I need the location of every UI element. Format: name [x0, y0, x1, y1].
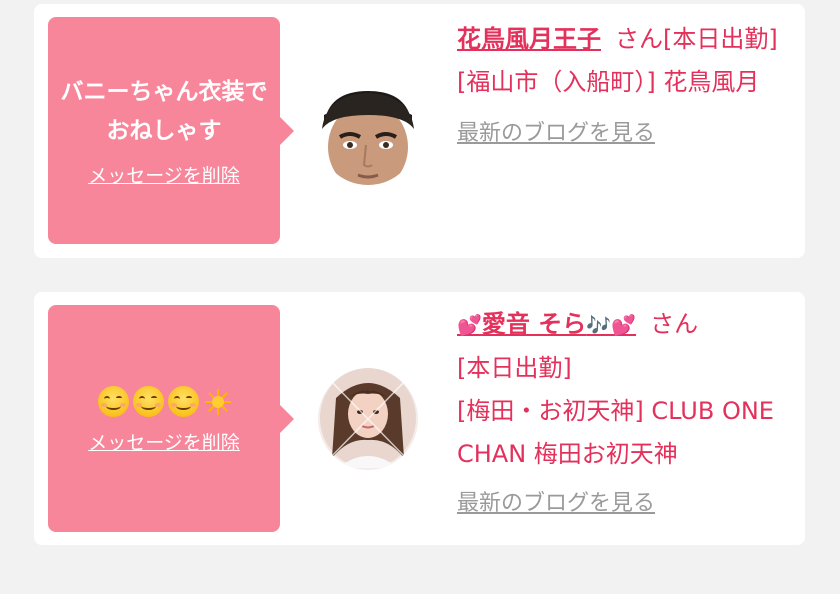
location-text: [梅田・お初天神] CLUB ONE CHAN 梅田お初天神 — [457, 397, 774, 468]
emoji-message — [97, 382, 231, 422]
location-text: [福山市（入船町）] 花鳥風月 — [457, 68, 760, 96]
smiling-face-icon — [97, 386, 129, 417]
avatar-woman-icon — [318, 368, 418, 470]
profile-info: 花鳥風月王子 さん[本日出勤] [福山市（入船町）] 花鳥風月 最新のブログを見る — [457, 18, 793, 150]
profile-info: 💕愛音 そら🎶💕 さん [本日出勤] [梅田・お初天神] CLUB ONE CHA… — [457, 303, 793, 520]
honorific: さん — [615, 25, 663, 53]
message-card: メッセージを削除 💕愛音 そら🎶💕 さん [本日出勤] [梅田・お初天神] CLU… — [34, 292, 805, 545]
message-bubble: バニーちゃん衣装でおねしゃす メッセージを削除 — [48, 17, 294, 244]
view-blog-link[interactable]: 最新のブログを見る — [457, 488, 793, 520]
smiling-face-icon — [167, 386, 199, 417]
music-heart-icon: 🎶💕 — [586, 313, 637, 337]
smiling-face-icon — [132, 386, 164, 417]
view-blog-link[interactable]: 最新のブログを見る — [457, 118, 793, 150]
delete-message-link[interactable]: メッセージを削除 — [88, 430, 240, 456]
work-status: [本日出勤] — [457, 354, 572, 382]
delete-message-link[interactable]: メッセージを削除 — [88, 163, 240, 189]
sun-icon — [204, 388, 231, 415]
work-status: [本日出勤] — [663, 25, 778, 53]
message-card: バニーちゃん衣装でおねしゃす メッセージを削除 花鳥風月王子 さん[本日出勤] [… — [34, 4, 805, 258]
avatar[interactable] — [318, 368, 418, 470]
profile-name-link[interactable]: 花鳥風月王子 — [457, 25, 601, 53]
profile-name: 愛音 そら — [481, 310, 587, 338]
heart-icon: 💕 — [457, 313, 482, 337]
message-text: バニーちゃん衣装でおねしゃす — [60, 78, 268, 144]
avatar[interactable] — [318, 85, 418, 185]
profile-name-link[interactable]: 💕愛音 そら🎶💕 — [457, 310, 636, 338]
message-bubble: メッセージを削除 — [48, 305, 294, 532]
avatar-man-icon — [318, 85, 418, 185]
honorific: さん — [650, 310, 699, 338]
